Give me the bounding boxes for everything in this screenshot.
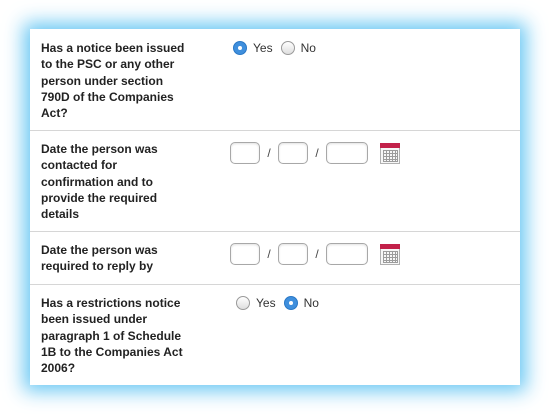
date-separator: / bbox=[315, 247, 319, 261]
form-row-notice-issued: Has a notice been issued to the PSC or a… bbox=[30, 29, 520, 131]
radio-label-no: No bbox=[303, 296, 319, 310]
question-label: Date the person was contacted for confir… bbox=[41, 142, 158, 222]
restrictions-notice-radio-group: Yes No bbox=[236, 296, 327, 310]
calendar-icon[interactable] bbox=[380, 243, 400, 265]
contact-date-year-input[interactable] bbox=[326, 142, 368, 164]
form-row-reply-date: Date the person was required to reply by… bbox=[30, 231, 520, 285]
radio-label-yes: Yes bbox=[253, 41, 273, 55]
contact-date-group: / / bbox=[230, 142, 400, 164]
date-separator: / bbox=[315, 146, 319, 160]
date-separator: / bbox=[267, 247, 271, 261]
restrictions-notice-no-radio[interactable] bbox=[283, 296, 298, 310]
date-separator: / bbox=[267, 146, 271, 160]
calendar-icon[interactable] bbox=[380, 142, 400, 164]
restrictions-notice-yes-radio[interactable] bbox=[236, 296, 250, 310]
form-row-contact-date: Date the person was contacted for confir… bbox=[30, 130, 520, 232]
question-label: Has a restrictions notice been issued un… bbox=[41, 296, 183, 376]
question-label: Has a notice been issued to the PSC or a… bbox=[41, 41, 185, 121]
psc-notice-form: Has a notice been issued to the PSC or a… bbox=[30, 29, 520, 385]
contact-date-day-input[interactable] bbox=[230, 142, 260, 164]
radio-label-no: No bbox=[300, 41, 316, 55]
notice-issued-radio-group: Yes No bbox=[233, 41, 324, 55]
reply-date-day-input[interactable] bbox=[230, 243, 260, 265]
radio-label-yes: Yes bbox=[256, 296, 276, 310]
reply-date-month-input[interactable] bbox=[278, 243, 308, 265]
page: Has a notice been issued to the PSC or a… bbox=[0, 0, 549, 414]
contact-date-month-input[interactable] bbox=[278, 142, 308, 164]
reply-date-group: / / bbox=[230, 243, 400, 265]
reply-date-year-input[interactable] bbox=[326, 243, 368, 265]
question-label: Date the person was required to reply by bbox=[41, 243, 158, 274]
form-row-restrictions-notice: Has a restrictions notice been issued un… bbox=[30, 284, 520, 385]
notice-issued-no-radio[interactable] bbox=[280, 41, 295, 55]
notice-issued-yes-radio[interactable] bbox=[233, 41, 247, 55]
